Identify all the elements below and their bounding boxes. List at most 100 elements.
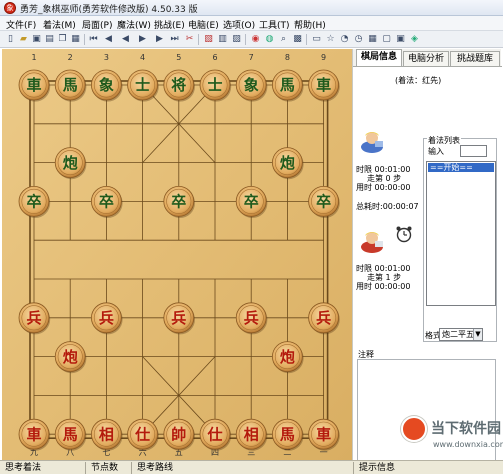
- move-input[interactable]: [460, 145, 487, 157]
- chess-board-area[interactable]: 123456789九八七六五四三二一 車馬象士将士象馬車炮炮卒卒卒卒卒兵兵兵兵兵…: [2, 49, 352, 460]
- total-time: 总耗时:00:00:07: [356, 202, 419, 211]
- tab-game-info[interactable]: 棋局信息: [356, 49, 402, 67]
- menu-help[interactable]: 帮助(H): [294, 18, 326, 31]
- save-icon[interactable]: ▣: [31, 34, 42, 45]
- open-folder-icon[interactable]: ▰: [18, 34, 29, 45]
- turn-indicator: (着法：红先): [395, 76, 442, 85]
- status-bar: 思考着法 节点数 思考路线 提示信息: [0, 460, 503, 474]
- watermark-url: www.downxia.com: [433, 440, 503, 449]
- piece-label: 相: [99, 425, 114, 443]
- copy-icon[interactable]: ❐: [57, 34, 68, 45]
- top-file-label: 9: [321, 53, 326, 62]
- clock-icon[interactable]: ◔: [339, 34, 350, 45]
- move-list-title: 着法列表: [427, 135, 461, 146]
- tab-challenge-library[interactable]: 挑战题库: [450, 51, 500, 67]
- title-bar: 象 勇芳_象棋巫师(勇芳软件修改版) 4.50.33 版: [0, 0, 503, 16]
- piece-label: 車: [26, 76, 41, 94]
- prev-move-icon[interactable]: ◀: [103, 34, 114, 45]
- piece-label: 士: [135, 76, 150, 94]
- piece-label: 車: [316, 76, 331, 94]
- top-file-label: 8: [285, 53, 290, 62]
- camera-icon[interactable]: ▣: [395, 34, 406, 45]
- piece-label: 卒: [171, 193, 186, 211]
- first-move-icon[interactable]: ⏮: [88, 34, 99, 45]
- piece-label: 車: [316, 425, 331, 443]
- settings-icon[interactable]: ▦: [367, 34, 378, 45]
- menu-tools[interactable]: 工具(T): [259, 18, 290, 31]
- toolbar: ▯ ▰ ▣ ▤ ❐ ▦ ⏮ ◀ ◀ ▶ ▶ ⏭ ✂ ▧ ▥ ▨ ◉ ◍ ⌕ ▩ …: [0, 31, 503, 48]
- piece-label: 炮: [280, 348, 295, 366]
- top-file-label: 7: [249, 53, 254, 62]
- chevron-down-icon[interactable]: ▼: [473, 329, 482, 340]
- red-player-avatar: [361, 232, 383, 253]
- piece-label: 兵: [316, 309, 331, 327]
- toolbar-separator: [198, 34, 199, 45]
- top-file-label: 2: [68, 53, 73, 62]
- toolbar-separator: [306, 34, 307, 45]
- top-file-label: 6: [212, 53, 217, 62]
- menu-options[interactable]: 选项(O): [223, 18, 255, 31]
- piece-label: 兵: [244, 309, 259, 327]
- piece-label: 象: [99, 76, 114, 94]
- game-info-page: (着法：红先) 时限 00:01:00 走第 0 步 用时 00:00:00 总…: [353, 66, 502, 469]
- menu-challenge[interactable]: 挑战(E): [154, 18, 185, 31]
- right-panel: 棋局信息 电脑分析 挑战题库 (着法：红先) 时限 00:01:00 走第 0 …: [352, 49, 502, 469]
- black-player-avatar: [361, 132, 383, 153]
- globe-icon[interactable]: ◍: [264, 34, 275, 45]
- top-file-label: 1: [31, 53, 36, 62]
- next-move-icon[interactable]: ▶: [137, 34, 148, 45]
- star-icon[interactable]: ☆: [325, 34, 336, 45]
- board-icon[interactable]: ⏭: [169, 34, 180, 45]
- piece-label: 帥: [171, 425, 186, 443]
- new-file-icon[interactable]: ▯: [5, 34, 16, 45]
- window-title: 勇芳_象棋巫师(勇芳软件修改版) 4.50.33 版: [20, 5, 198, 15]
- piece-label: 士: [207, 76, 222, 94]
- window-icon[interactable]: ▢: [381, 34, 392, 45]
- web-icon[interactable]: ◈: [409, 34, 420, 45]
- piece-label: 卒: [316, 193, 331, 211]
- list-icon[interactable]: ▧: [203, 34, 214, 45]
- move-list-item[interactable]: ==开始==: [428, 163, 494, 172]
- play-icon[interactable]: ◀: [120, 34, 131, 45]
- search-icon[interactable]: ⌕: [278, 34, 289, 45]
- lock-icon[interactable]: ▭: [311, 34, 322, 45]
- edit-icon[interactable]: ✂: [184, 34, 195, 45]
- chess-board[interactable]: 1 2 3 4 5 6 7 8 9九八七六五四三二一 車馬象士将士象馬車炮 炮卒卒卒卒卒兵兵兵兵兵…: [2, 49, 352, 460]
- piece-label: 卒: [99, 193, 114, 211]
- paste-icon[interactable]: ▦: [70, 34, 81, 45]
- piece-label: 兵: [99, 309, 114, 327]
- last-move-icon[interactable]: ▶: [154, 34, 165, 45]
- piece-label: 相: [244, 425, 259, 443]
- piece-label: 馬: [280, 425, 295, 443]
- menu-bar: 文件(F) 着法(M) 局面(P) 魔法(W) 挑战(E) 电脑(E) 选项(O…: [0, 16, 503, 31]
- refresh-icon[interactable]: ◉: [250, 34, 261, 45]
- menu-moves[interactable]: 着法(M): [43, 18, 76, 31]
- print-icon[interactable]: ▤: [44, 34, 55, 45]
- tree-icon[interactable]: ▨: [231, 34, 242, 45]
- menu-position[interactable]: 局面(P): [82, 18, 112, 31]
- format-select[interactable]: 炮二平五 ▼: [439, 328, 483, 341]
- piece-label: 馬: [63, 425, 78, 443]
- piece-label: 卒: [26, 193, 41, 211]
- menu-file[interactable]: 文件(F): [6, 18, 36, 31]
- piece-label: 仕: [134, 425, 150, 443]
- status-thinking-line: 思考路线: [134, 462, 354, 474]
- tab-computer-analysis[interactable]: 电脑分析: [403, 51, 449, 67]
- piece-label: 炮: [280, 154, 295, 172]
- red-time-used: 用时 00:00:00: [356, 282, 411, 291]
- move-list[interactable]: ==开始==: [426, 161, 496, 306]
- menu-magic[interactable]: 魔法(W): [117, 18, 151, 31]
- toolbar-separator: [245, 34, 246, 45]
- image-icon[interactable]: ▩: [292, 34, 303, 45]
- grid-icon[interactable]: ▥: [217, 34, 228, 45]
- piece-label: 馬: [63, 76, 78, 94]
- piece-label: 兵: [26, 309, 41, 327]
- toolbar-separator: [84, 34, 85, 45]
- piece-label: 卒: [244, 193, 259, 211]
- format-select-value: 炮二平五: [442, 330, 474, 339]
- menu-computer[interactable]: 电脑(E): [188, 18, 219, 31]
- timer-icon[interactable]: ◷: [353, 34, 364, 45]
- top-file-label: 5: [176, 53, 181, 62]
- watermark-text: 当下软件园: [431, 421, 501, 437]
- top-file-label: 4: [140, 53, 145, 62]
